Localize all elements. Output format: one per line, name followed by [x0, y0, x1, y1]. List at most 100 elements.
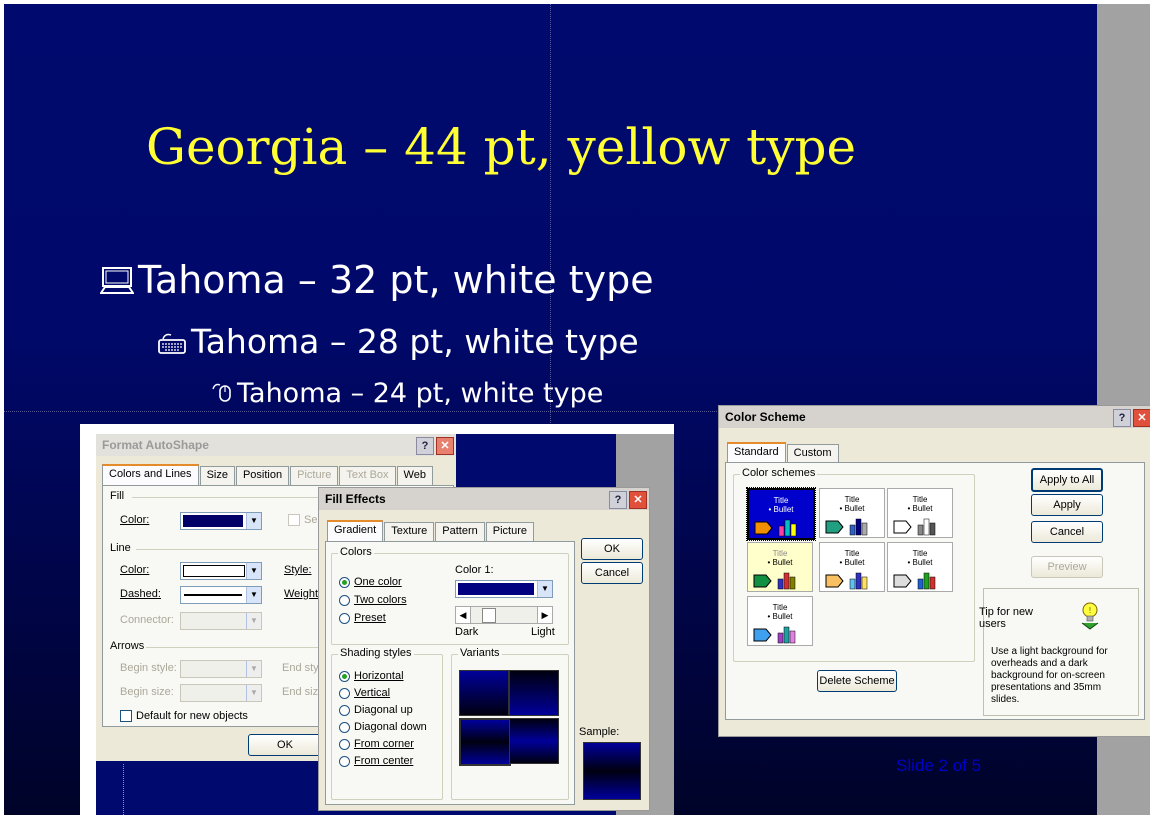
tab-pattern[interactable]: Pattern: [435, 522, 485, 541]
slide-number: Slide 2 of 5: [896, 756, 982, 775]
scheme-chart-icon: [825, 572, 868, 590]
variant-3[interactable]: [459, 718, 511, 766]
default-checkbox[interactable]: Default for new objects: [120, 710, 248, 723]
variant-1[interactable]: [459, 670, 509, 716]
radio-preset[interactable]: Preset: [339, 612, 386, 624]
inset-guide: [123, 764, 124, 815]
shading-label: From corner: [354, 738, 414, 750]
apply-button[interactable]: Apply: [1031, 494, 1103, 516]
line-color-dropdown[interactable]: ▼: [180, 562, 262, 580]
bullet-level-2[interactable]: Tahoma – 28 pt, white type: [157, 322, 639, 363]
radio-preset-label: Preset: [354, 612, 386, 624]
variant-2[interactable]: [509, 670, 559, 716]
format-autoshape-titlebar[interactable]: Format AutoShape ? ✕: [96, 434, 456, 456]
tab-picture[interactable]: Picture: [485, 522, 534, 541]
radio-icon: [339, 755, 350, 767]
scheme-bullet: • Bullet: [767, 558, 793, 567]
tab-position[interactable]: Position: [235, 466, 290, 485]
radio-shading-diagonal-up[interactable]: Diagonal up: [339, 704, 413, 716]
fill-color-dropdown[interactable]: ▼: [180, 512, 262, 530]
chevron-down-icon: ▼: [246, 563, 261, 579]
dialog-title: Fill Effects: [325, 492, 386, 506]
variant-4[interactable]: [509, 718, 559, 764]
slide-title[interactable]: Georgia – 44 pt, yellow type: [146, 118, 856, 176]
radio-shading-from-center[interactable]: From center: [339, 755, 413, 767]
shading-label: Diagonal down: [354, 721, 427, 733]
dashed-dropdown[interactable]: ▼: [180, 586, 262, 604]
cancel-button[interactable]: Cancel: [581, 562, 643, 584]
fill-group-label: Fill: [110, 490, 125, 502]
tab-web[interactable]: Web: [396, 466, 433, 485]
tab-size[interactable]: Size: [199, 466, 235, 485]
scheme-title: Title: [912, 549, 928, 558]
fill-effects-dialog[interactable]: Fill Effects ? ✕ Gradient Texture Patter…: [318, 487, 650, 811]
connector-label: Connector:: [120, 614, 174, 626]
dark-light-slider[interactable]: ◀ ▶: [455, 606, 553, 624]
radio-shading-from-corner[interactable]: From corner: [339, 738, 414, 750]
color-scheme-option[interactable]: Title • Bullet: [819, 542, 885, 592]
color-scheme-option[interactable]: Title • Bullet: [746, 487, 816, 541]
slider-right-arrow[interactable]: ▶: [537, 607, 552, 623]
slider-left-arrow[interactable]: ◀: [456, 607, 471, 623]
color-scheme-option[interactable]: Title • Bullet: [747, 596, 813, 646]
chevron-down-icon: ▼: [246, 661, 261, 677]
slider-thumb[interactable]: [482, 608, 496, 623]
radio-icon: [339, 670, 350, 682]
radio-shading-vertical[interactable]: Vertical: [339, 687, 390, 699]
arrows-group-label: Arrows: [110, 640, 145, 652]
bullet-level-3[interactable]: Tahoma – 24 pt, white type: [211, 378, 603, 410]
radio-shading-diagonal-down[interactable]: Diagonal down: [339, 721, 427, 733]
tab-colors-and-lines[interactable]: Colors and Lines: [102, 464, 199, 487]
scheme-title: Title: [773, 496, 789, 505]
shading-label: Horizontal: [354, 670, 404, 682]
color-schemes-group-title: Color schemes: [740, 467, 818, 479]
close-button[interactable]: ✕: [1133, 409, 1150, 427]
radio-icon: [339, 704, 350, 716]
tab-custom[interactable]: Custom: [786, 444, 839, 463]
cancel-button[interactable]: Cancel: [1031, 521, 1103, 543]
ok-button[interactable]: OK: [581, 538, 643, 560]
color-scheme-option[interactable]: Title • Bullet: [887, 542, 953, 592]
ok-button[interactable]: OK: [248, 734, 322, 756]
begin-style-dropdown: ▼: [180, 660, 262, 678]
sample-preview: [583, 742, 641, 800]
variants-group-title: Variants: [458, 647, 502, 659]
tab-texture[interactable]: Texture: [384, 522, 435, 541]
color-scheme-option[interactable]: Title • Bullet: [887, 488, 953, 538]
close-button[interactable]: ✕: [436, 437, 454, 455]
help-button[interactable]: ?: [416, 437, 434, 455]
chevron-down-icon: ▼: [537, 581, 552, 597]
semitransparent-checkbox[interactable]: Se: [288, 514, 317, 527]
fill-effects-titlebar[interactable]: Fill Effects ? ✕: [319, 488, 649, 510]
color-scheme-option[interactable]: Title • Bullet: [819, 488, 885, 538]
color-scheme-titlebar[interactable]: Color Scheme ? ✕: [719, 406, 1150, 428]
line-group-label: Line: [110, 542, 131, 554]
color-scheme-dialog[interactable]: Color Scheme ? ✕ Standard Custom Color s…: [718, 405, 1150, 737]
scheme-chart-icon: [893, 572, 936, 590]
help-button[interactable]: ?: [1113, 409, 1131, 427]
checkbox-icon: [288, 514, 300, 527]
scheme-bullet: • Bullet: [768, 505, 794, 514]
checkbox-icon: [120, 710, 132, 723]
tab-gradient[interactable]: Gradient: [327, 520, 384, 543]
radio-icon: [339, 594, 350, 606]
line-color-swatch: [183, 565, 245, 577]
apply-to-all-button[interactable]: Apply to All: [1031, 468, 1103, 492]
scheme-title: Title: [844, 549, 860, 558]
bullet-level-1[interactable]: Tahoma – 32 pt, white type: [99, 258, 654, 305]
fill-color-label: Color:: [120, 514, 150, 526]
delete-scheme-button[interactable]: Delete Scheme: [817, 670, 897, 692]
close-button[interactable]: ✕: [629, 491, 647, 509]
color-scheme-option[interactable]: Title • Bullet: [747, 542, 813, 592]
color1-swatch: [458, 583, 534, 595]
mouse-icon: [211, 379, 233, 410]
radio-shading-horizontal[interactable]: Horizontal: [339, 670, 404, 682]
radio-one-color[interactable]: One color: [339, 576, 402, 588]
scheme-bullet: • Bullet: [839, 558, 865, 567]
help-button[interactable]: ?: [609, 491, 627, 509]
radio-two-colors[interactable]: Two colors: [339, 594, 407, 606]
color1-dropdown[interactable]: ▼: [455, 580, 553, 598]
shading-group-title: Shading styles: [338, 647, 414, 659]
scheme-title: Title: [772, 603, 788, 612]
tip-title: Tip for new users: [979, 606, 1034, 630]
